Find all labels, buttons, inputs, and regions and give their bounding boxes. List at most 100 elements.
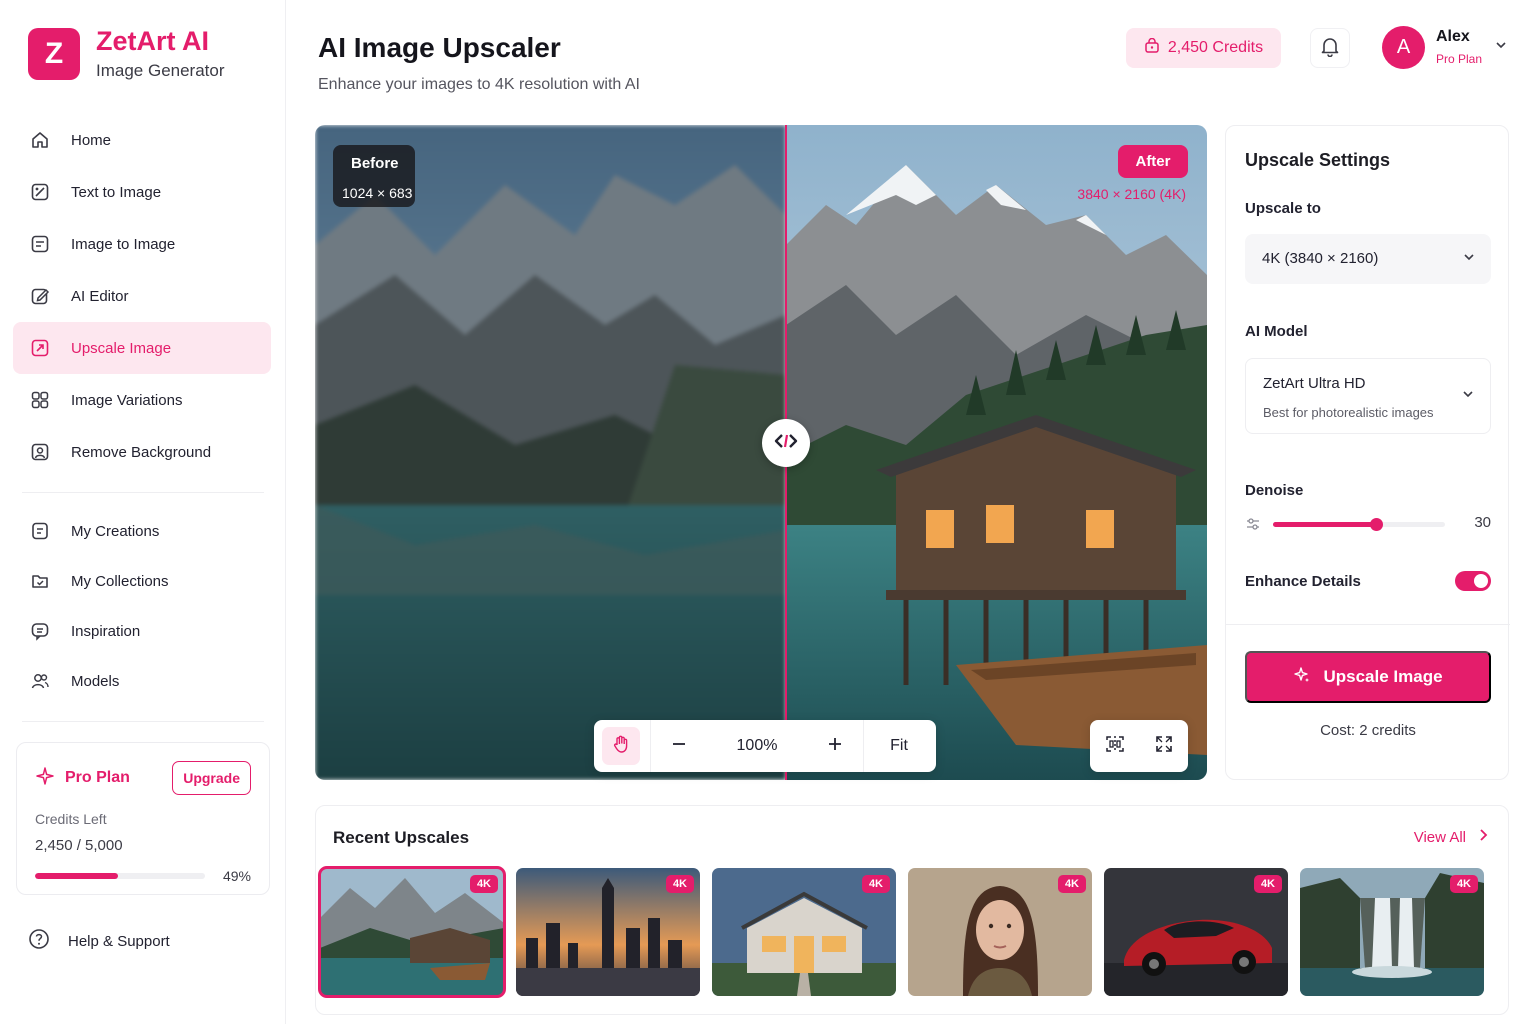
- after-dimensions: 3840 × 2160 (4K): [1077, 186, 1186, 202]
- 4k-badge: 4K: [665, 875, 694, 893]
- text-image-icon: [29, 181, 51, 203]
- upscale-image-button[interactable]: Upscale Image: [1245, 651, 1491, 703]
- sidebar-item-image-variations[interactable]: Image Variations: [13, 374, 271, 426]
- drag-arrows-icon: [774, 432, 798, 455]
- secondary-nav: My Creations My Collections Inspiration …: [13, 506, 271, 706]
- denoise-slider[interactable]: 30: [1245, 514, 1491, 534]
- sidebar-item-my-creations[interactable]: My Creations: [13, 506, 271, 556]
- thumbnail-waterfall[interactable]: 4K: [1300, 868, 1484, 996]
- thumbnail-red-sports-car[interactable]: 4K: [1104, 868, 1288, 996]
- inspiration-icon: [29, 620, 51, 642]
- 4k-badge: 4K: [1449, 875, 1478, 893]
- nav-divider: [22, 721, 264, 722]
- sidebar-item-ai-editor[interactable]: AI Editor: [13, 270, 271, 322]
- compare-view-icon[interactable]: [1105, 734, 1125, 759]
- chevron-down-icon[interactable]: [1494, 38, 1508, 57]
- denoise-slider-thumb[interactable]: [1370, 518, 1384, 531]
- sidebar-item-home[interactable]: Home: [13, 114, 271, 166]
- fit-button[interactable]: Fit: [864, 737, 934, 755]
- help-icon: [28, 928, 50, 954]
- sidebar-item-remove-background[interactable]: Remove Background: [13, 426, 271, 478]
- upscale-resolution-select[interactable]: 4K (3840 × 2160): [1245, 234, 1491, 284]
- sidebar-item-inspiration[interactable]: Inspiration: [13, 606, 271, 656]
- settings-separator: [1226, 624, 1510, 625]
- help-support-link[interactable]: Help & Support: [28, 928, 170, 954]
- remove-bg-icon: [29, 441, 51, 463]
- zoom-out-button[interactable]: [651, 720, 707, 772]
- sidebar-item-label: My Creations: [71, 522, 160, 540]
- sidebar-item-label: Models: [71, 672, 120, 690]
- before-image: [315, 125, 786, 780]
- upscale-settings-panel: Upscale Settings Upscale to 4K (3840 × 2…: [1225, 125, 1510, 780]
- credits-progress-percent: 49%: [222, 868, 251, 884]
- variations-icon: [29, 389, 51, 411]
- 4k-badge: 4K: [469, 875, 498, 893]
- home-icon: [29, 129, 51, 151]
- avatar[interactable]: A: [1382, 26, 1425, 69]
- sidebar-item-image-to-image[interactable]: Image to Image: [13, 218, 271, 270]
- after-image: [786, 125, 1207, 780]
- pan-tool-button[interactable]: [602, 727, 640, 765]
- denoise-slider-fill: [1273, 522, 1377, 527]
- ai-model-description: Best for photorealistic images: [1263, 405, 1434, 420]
- nav-divider: [22, 492, 264, 493]
- brand-name: ZetArt AI: [96, 26, 209, 56]
- before-label: Before: [351, 155, 399, 172]
- zoom-toolbar: 100% Fit: [594, 720, 936, 772]
- sidebar-item-label: Home: [71, 131, 112, 149]
- enhance-details-label: Enhance Details: [1245, 573, 1361, 590]
- sidebar-item-label: Text to Image: [71, 183, 162, 201]
- upgrade-button[interactable]: Upgrade: [172, 761, 251, 795]
- sidebar-item-label: Image to Image: [71, 235, 176, 253]
- sidebar-item-models[interactable]: Models: [13, 656, 271, 706]
- zoom-level: 100%: [736, 737, 778, 754]
- sidebar: Z ZetArt AI Image Generator Home Text to…: [0, 0, 286, 1024]
- creations-icon: [29, 520, 51, 542]
- view-all-link[interactable]: View All: [1414, 828, 1488, 846]
- ai-model-value: ZetArt Ultra HD: [1263, 375, 1366, 392]
- thumbnail-city-skyline-sunset[interactable]: 4K: [516, 868, 700, 996]
- ai-model-label: AI Model: [1245, 323, 1308, 340]
- user-name[interactable]: Alex: [1436, 28, 1470, 46]
- brand-subtitle: Image Generator: [96, 61, 225, 80]
- enhance-details-toggle[interactable]: [1455, 571, 1491, 591]
- thumbnail-modern-house-night[interactable]: 4K: [712, 868, 896, 996]
- chevron-down-icon: [1462, 387, 1474, 405]
- zoom-in-button[interactable]: [807, 720, 863, 772]
- fullscreen-icon[interactable]: [1154, 734, 1174, 759]
- bell-icon: [1319, 35, 1341, 62]
- thumbnail-woman-portrait[interactable]: 4K: [908, 868, 1092, 996]
- image-to-image-icon: [29, 233, 51, 255]
- upscale-button-label: Upscale Image: [1323, 667, 1443, 686]
- primary-nav: Home Text to Image Image to Image AI Edi…: [13, 114, 271, 478]
- 4k-badge: 4K: [861, 875, 890, 893]
- denoise-slider-track[interactable]: [1273, 518, 1445, 531]
- page-subtitle: Enhance your images to 4K resolution wit…: [318, 76, 640, 93]
- 4k-badge: 4K: [1057, 875, 1086, 893]
- cost-label: Cost: 2 credits: [1320, 722, 1416, 739]
- brand[interactable]: Z ZetArt AI Image Generator: [28, 27, 225, 81]
- credits-progress-bar: [35, 873, 205, 879]
- chevron-down-icon: [1463, 250, 1475, 268]
- before-badge: Before 1024 × 683: [333, 145, 415, 207]
- compare-viewer[interactable]: [315, 125, 1207, 780]
- wallet-icon: [1144, 37, 1160, 59]
- recent-upscales: Recent Upscales View All 4K 4K 4K 4K 4K …: [315, 805, 1509, 1015]
- recent-title: Recent Upscales: [333, 828, 470, 847]
- 4k-badge: 4K: [1253, 875, 1282, 893]
- credits-chip[interactable]: 2,450 Credits: [1126, 28, 1281, 68]
- compare-handle[interactable]: [762, 419, 810, 467]
- help-label: Help & Support: [68, 932, 170, 950]
- collections-icon: [29, 570, 51, 592]
- sidebar-item-label: Inspiration: [71, 622, 141, 640]
- sidebar-item-text-to-image[interactable]: Text to Image: [13, 166, 271, 218]
- notifications-button[interactable]: [1310, 28, 1350, 68]
- thumbnail-mountain-lake-cabin[interactable]: 4K: [318, 866, 506, 998]
- ai-model-select[interactable]: ZetArt Ultra HD Best for photorealistic …: [1245, 358, 1491, 434]
- sidebar-item-my-collections[interactable]: My Collections: [13, 556, 271, 606]
- sidebar-item-label: AI Editor: [71, 287, 129, 305]
- sparkle-icon: [35, 766, 55, 791]
- sidebar-item-upscale-image[interactable]: Upscale Image: [13, 322, 271, 374]
- plan-card: Pro Plan Upgrade Credits Left 2,450 / 5,…: [16, 742, 270, 895]
- hand-icon: [611, 734, 631, 759]
